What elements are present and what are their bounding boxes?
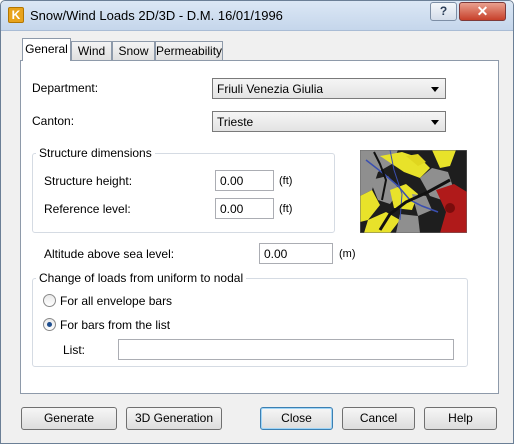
tab-snow[interactable]: Snow [112, 41, 155, 61]
load-change-title: Change of loads from uniform to nodal [36, 271, 247, 285]
canton-select[interactable]: Trieste [212, 111, 446, 132]
list-label: List: [63, 343, 86, 357]
list-input[interactable] [118, 339, 454, 360]
department-label: Department: [32, 81, 99, 95]
reference-level-input[interactable]: 0.00 [215, 198, 274, 219]
all-envelope-bars-label[interactable]: For all envelope bars [60, 294, 172, 308]
canton-label: Canton: [32, 114, 75, 128]
structure-dimensions-group [32, 153, 335, 233]
cancel-button[interactable]: Cancel [342, 407, 415, 430]
structure-height-label: Structure height: [44, 174, 133, 188]
title-bar[interactable]: K Snow/Wind Loads 2D/3D - D.M. 16/01/199… [1, 1, 513, 31]
title-close-button[interactable]: ✕ [459, 2, 506, 21]
generation-3d-button[interactable]: 3D Generation [126, 407, 222, 430]
reference-level-label: Reference level: [44, 202, 131, 216]
structure-dimensions-title: Structure dimensions [36, 146, 155, 160]
altitude-label: Altitude above sea level: [44, 247, 175, 261]
bars-from-list-label[interactable]: For bars from the list [60, 318, 170, 332]
tab-wind[interactable]: Wind [71, 41, 112, 61]
chevron-down-icon [431, 87, 439, 92]
chevron-down-icon [431, 120, 439, 125]
region-map-icon [360, 150, 467, 233]
tab-permeability[interactable]: Permeability [155, 41, 223, 61]
window-title: Snow/Wind Loads 2D/3D - D.M. 16/01/1996 [30, 8, 283, 23]
department-select[interactable]: Friuli Venezia Giulia [212, 78, 446, 99]
help-button[interactable]: Help [424, 407, 497, 430]
reference-level-unit: (ft) [279, 203, 293, 215]
title-help-button[interactable]: ? [430, 2, 457, 21]
radio-bars-from-list[interactable] [43, 318, 56, 331]
tab-general[interactable]: General [22, 38, 71, 61]
department-value: Friuli Venezia Giulia [217, 82, 324, 96]
canton-value: Trieste [217, 115, 254, 129]
dialog-window: K Snow/Wind Loads 2D/3D - D.M. 16/01/199… [0, 0, 514, 444]
app-icon: K [8, 7, 24, 23]
altitude-unit: (m) [339, 248, 356, 260]
radio-all-envelope-bars[interactable] [43, 294, 56, 307]
map-graphic [360, 150, 467, 233]
generate-button[interactable]: Generate [21, 407, 117, 430]
altitude-input[interactable]: 0.00 [259, 243, 333, 264]
close-button[interactable]: Close [260, 407, 333, 430]
structure-height-input[interactable]: 0.00 [215, 170, 274, 191]
structure-height-unit: (ft) [279, 175, 293, 187]
